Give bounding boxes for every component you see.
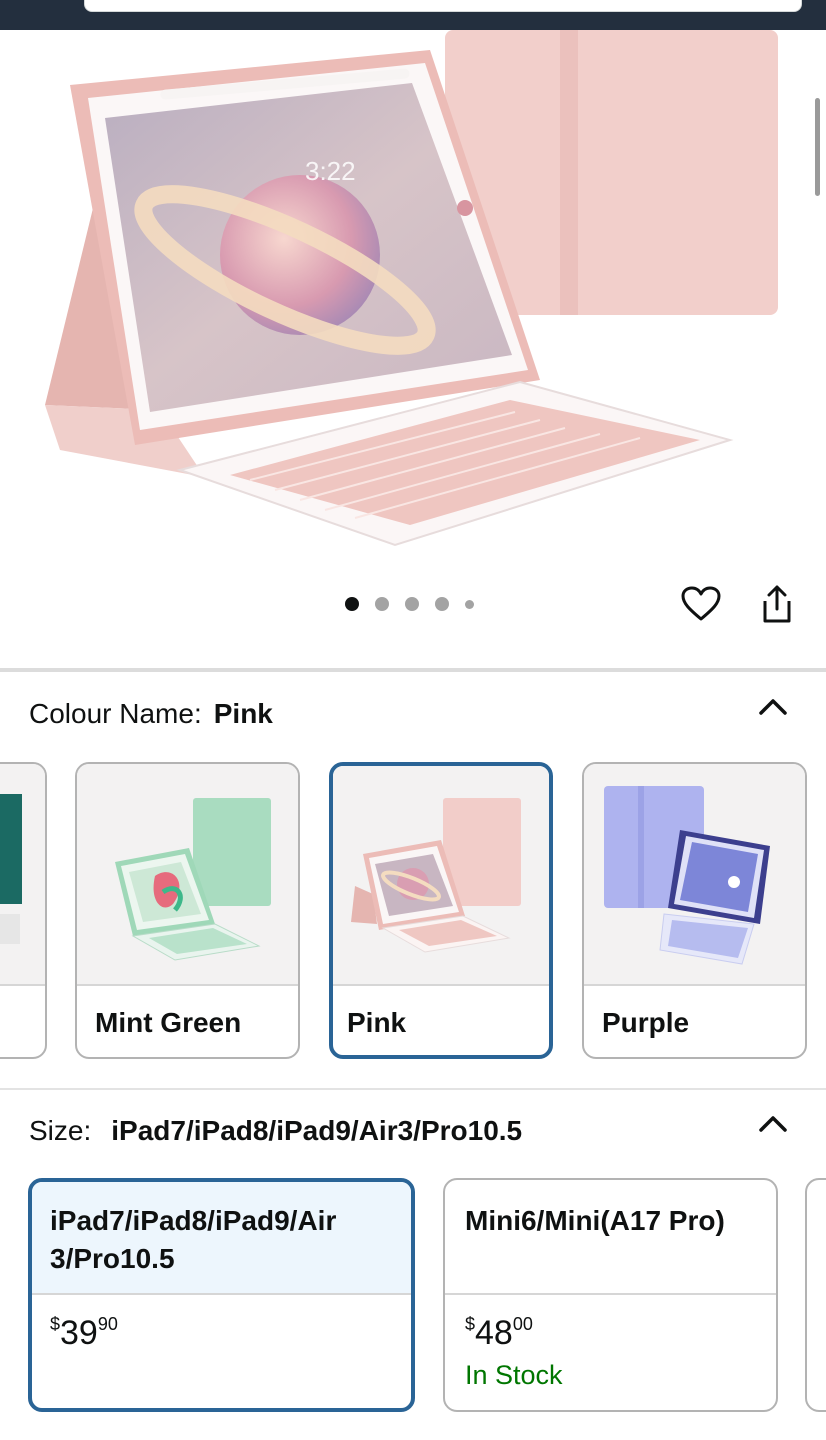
- colour-name-value: Pink: [213, 698, 273, 729]
- colour-option-partial[interactable]: [0, 762, 47, 1059]
- carousel-dot[interactable]: [405, 597, 419, 611]
- chevron-up-icon[interactable]: [758, 697, 788, 717]
- scrollbar[interactable]: [815, 98, 820, 196]
- colour-name-label: Colour Name:: [29, 698, 202, 729]
- image-carousel-indicator[interactable]: [345, 596, 490, 612]
- size-heading: Size: iPad7/iPad8/iPad9/Air3/Pro10.5: [29, 1115, 522, 1147]
- size-option-name: Mini6/Mini(A17 Pro): [445, 1180, 776, 1295]
- size-option-mini6-mini-a17-pro[interactable]: Mini6/Mini(A17 Pro) $4800 In Stock: [443, 1178, 778, 1412]
- stock-status: In Stock: [465, 1360, 563, 1390]
- product-image-illustration: 3:22: [45, 30, 778, 547]
- chevron-up-icon[interactable]: [758, 1114, 788, 1134]
- carousel-dot[interactable]: [375, 597, 389, 611]
- colour-option-name: Mint Green: [95, 1007, 242, 1038]
- size-value: iPad7/iPad8/iPad9/Air3/Pro10.5: [111, 1115, 523, 1146]
- section-divider: [0, 668, 826, 672]
- share-button[interactable]: [755, 582, 799, 626]
- add-to-wishlist-button[interactable]: [679, 582, 723, 626]
- svg-text:3:22: 3:22: [305, 156, 356, 186]
- colour-option-mint-green[interactable]: Mint Green: [75, 762, 300, 1059]
- top-header-bar: [0, 0, 826, 30]
- colour-option-name: Pink: [347, 1007, 407, 1038]
- search-box[interactable]: [84, 0, 802, 12]
- colour-option-thumbnail: [77, 764, 298, 986]
- product-image[interactable]: 3:22: [0, 30, 826, 575]
- size-option-name: iPad7/iPad8/iPad9/Air 3/Pro10.5: [32, 1182, 411, 1295]
- colour-option-purple[interactable]: Purple: [582, 762, 807, 1059]
- colour-name-heading: Colour Name: Pink: [29, 698, 273, 730]
- carousel-dot[interactable]: [345, 597, 359, 611]
- colour-option-thumbnail: [0, 764, 45, 986]
- colour-option-name: Purple: [602, 1007, 690, 1038]
- size-label: Size:: [29, 1115, 92, 1146]
- size-option-price: $3990: [50, 1314, 118, 1352]
- carousel-dot[interactable]: [465, 599, 474, 609]
- heart-icon: [681, 586, 721, 621]
- size-option-partial[interactable]: [805, 1178, 826, 1412]
- colour-option-thumbnail: [333, 766, 549, 986]
- share-icon: [763, 585, 791, 623]
- size-option-ipad7-ipad8-ipad9-air3-pro10-5[interactable]: iPad7/iPad8/iPad9/Air 3/Pro10.5 $3990: [28, 1178, 415, 1412]
- section-divider: [0, 1088, 826, 1090]
- size-option-price: $4800: [465, 1314, 533, 1352]
- colour-option-thumbnail: [584, 764, 805, 986]
- colour-option-pink[interactable]: Pink: [329, 762, 553, 1059]
- carousel-dot[interactable]: [435, 597, 449, 611]
